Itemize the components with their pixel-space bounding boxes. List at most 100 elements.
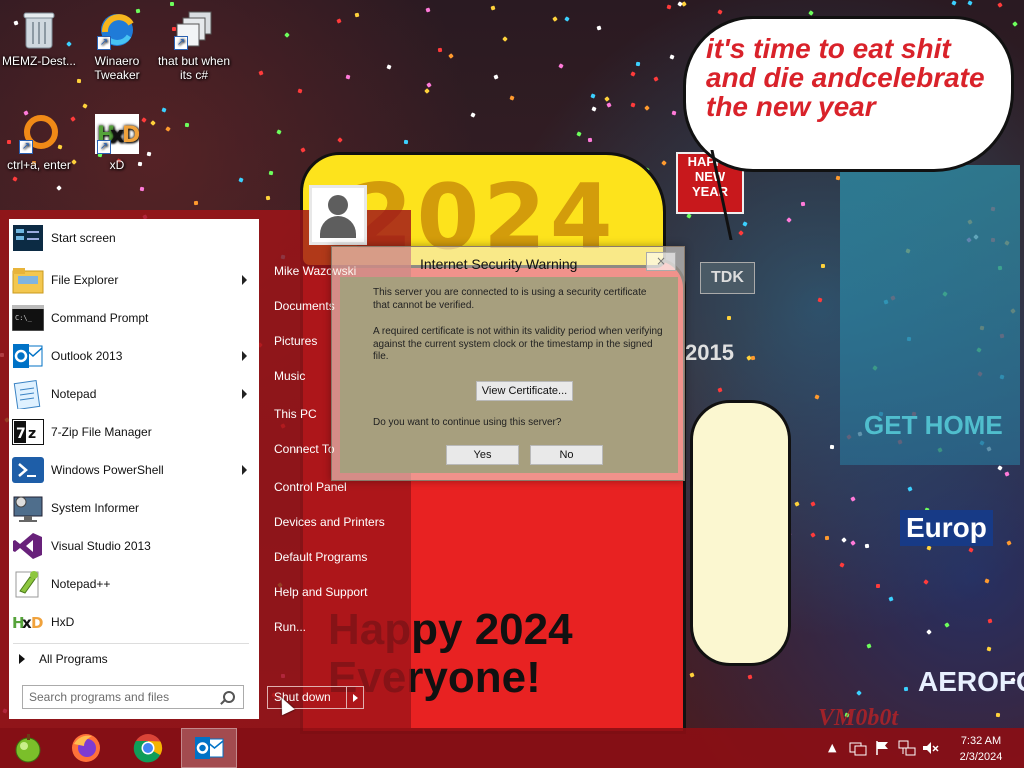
confetti-piece [875,583,881,589]
start-place-music[interactable]: Music [274,369,305,383]
tray-flag-icon[interactable] [874,740,890,759]
start-place-devices-and-printers[interactable]: Devices and Printers [274,515,385,529]
confetti-piece [56,185,62,191]
start-item-label: System Informer [51,501,140,515]
start-item-7zip[interactable]: 7z 7-Zip File Manager [9,414,259,450]
confetti-piece [968,547,974,553]
start-item-command-prompt[interactable]: C:\_ Command Prompt [9,300,259,336]
tray-show-hidden-icons[interactable]: ▲ [828,741,836,754]
dialog-message-2: A required certificate is not within its… [373,326,663,362]
start-place-this-pc[interactable]: This PC [274,407,317,421]
start-place-default-programs[interactable]: Default Programs [274,550,367,564]
confetti-piece [800,201,806,207]
confetti-piece [12,176,18,182]
system-informer-icon [12,492,44,524]
confetti-piece [345,74,351,80]
start-item-hxd[interactable]: HxD HxD [9,604,259,640]
desktop-icon-xd[interactable]: HxD ↗ xD [78,112,156,172]
visual-studio-icon [12,530,44,562]
shortcut-arrow-icon: ↗ [97,36,111,50]
start-screen-icon [12,222,44,254]
start-place-pictures[interactable]: Pictures [274,334,317,348]
confetti-piece [866,643,872,649]
confetti-piece [558,63,564,69]
desktop-icon-recycle-bin[interactable]: MEMZ-Dest... [0,8,78,68]
start-search-box[interactable] [22,685,244,709]
all-programs-button[interactable]: All Programs [9,648,259,670]
start-item-start-screen[interactable]: Start screen [9,220,259,256]
confetti-piece [814,394,820,400]
winaero-icon: ↗ [95,8,139,52]
tray-network-icon[interactable] [849,740,867,759]
shortcut-arrow-icon: ↗ [174,36,188,50]
start-item-label: Visual Studio 2013 [51,539,151,553]
notepad-icon [12,378,44,410]
start-item-label: Notepad [51,387,97,401]
view-certificate-button[interactable]: View Certificate... [476,381,573,401]
shutdown-options-button[interactable] [347,687,363,708]
confetti-piece [686,213,692,219]
start-item-windows-powershell[interactable]: Windows PowerShell [9,452,259,488]
start-place-connect-to[interactable]: Connect To [274,442,335,456]
confetti-piece [820,263,826,269]
confetti-piece [604,96,610,102]
wallpaper-sign-europe: Europ [900,510,993,546]
submenu-arrow-icon[interactable] [242,389,247,399]
confetti-piece [995,712,1001,718]
outlook-icon [195,737,224,759]
yes-button[interactable]: Yes [446,445,519,465]
search-icon[interactable] [223,691,235,703]
desktop-icon-label: ctrl+a, enter [7,158,71,172]
start-item-notepad-plus-plus[interactable]: Notepad++ [9,566,259,602]
svg-text:7: 7 [16,426,26,442]
confetti-piece [139,186,145,192]
confetti-piece [907,486,913,492]
taskbar-firefox[interactable] [58,728,114,768]
start-item-notepad[interactable]: Notepad [9,376,259,412]
start-button[interactable] [0,728,56,768]
submenu-arrow-icon[interactable] [242,275,247,285]
user-avatar[interactable] [309,185,367,245]
start-place-run[interactable]: Run... [274,620,306,634]
confetti-piece [888,596,894,602]
taskbar-chrome[interactable] [120,728,176,768]
shortcut-arrow-icon: ↗ [19,140,33,154]
confetti-piece [747,674,753,680]
confetti-piece [1006,540,1012,546]
confetti-piece [502,36,508,42]
confetti-piece [552,16,558,22]
all-programs-label: All Programs [39,652,108,666]
desktop-icon-winaero-tweaker[interactable]: ↗ Winaero Tweaker [78,8,156,82]
no-button[interactable]: No [530,445,603,465]
start-item-visual-studio-2013[interactable]: Visual Studio 2013 [9,528,259,564]
confetti-piece [258,70,264,76]
tray-volume-muted-icon[interactable] [922,740,940,759]
confetti-piece [810,501,816,507]
start-item-file-explorer[interactable]: File Explorer [9,262,259,298]
stacked-windows-icon: ↗ [172,8,216,52]
start-place-documents[interactable]: Documents [274,299,335,313]
confetti-piece [354,12,360,18]
tray-wired-network-icon[interactable] [898,740,916,759]
confetti-piece [437,47,443,53]
confetti-piece [810,532,816,538]
start-place-control-panel[interactable]: Control Panel [274,480,347,494]
confetti-piece [606,102,612,108]
confetti-piece [997,465,1003,471]
svg-text:D: D [31,614,43,632]
taskbar-outlook[interactable] [181,728,237,768]
confetti-piece [829,444,835,450]
submenu-arrow-icon[interactable] [242,351,247,361]
desktop-icon-ctrl-a-enter[interactable]: ↗ ctrl+a, enter [0,112,78,172]
start-item-outlook-2013[interactable]: Outlook 2013 [9,338,259,374]
start-item-system-informer[interactable]: System Informer [9,490,259,526]
taskbar-clock[interactable]: 7:32 AM 2/3/2024 [948,733,1014,765]
wallpaper-sign-2015: 2015 [685,340,734,365]
confetti-piece [669,54,675,60]
submenu-arrow-icon[interactable] [242,465,247,475]
desktop-icon-that-but-when-its-csharp[interactable]: ↗ that but when its c# [155,8,233,82]
dialog-close-button[interactable]: × [646,252,676,271]
confetti-piece [1012,21,1018,27]
search-input[interactable] [27,689,221,705]
start-place-help-and-support[interactable]: Help and Support [274,585,367,599]
